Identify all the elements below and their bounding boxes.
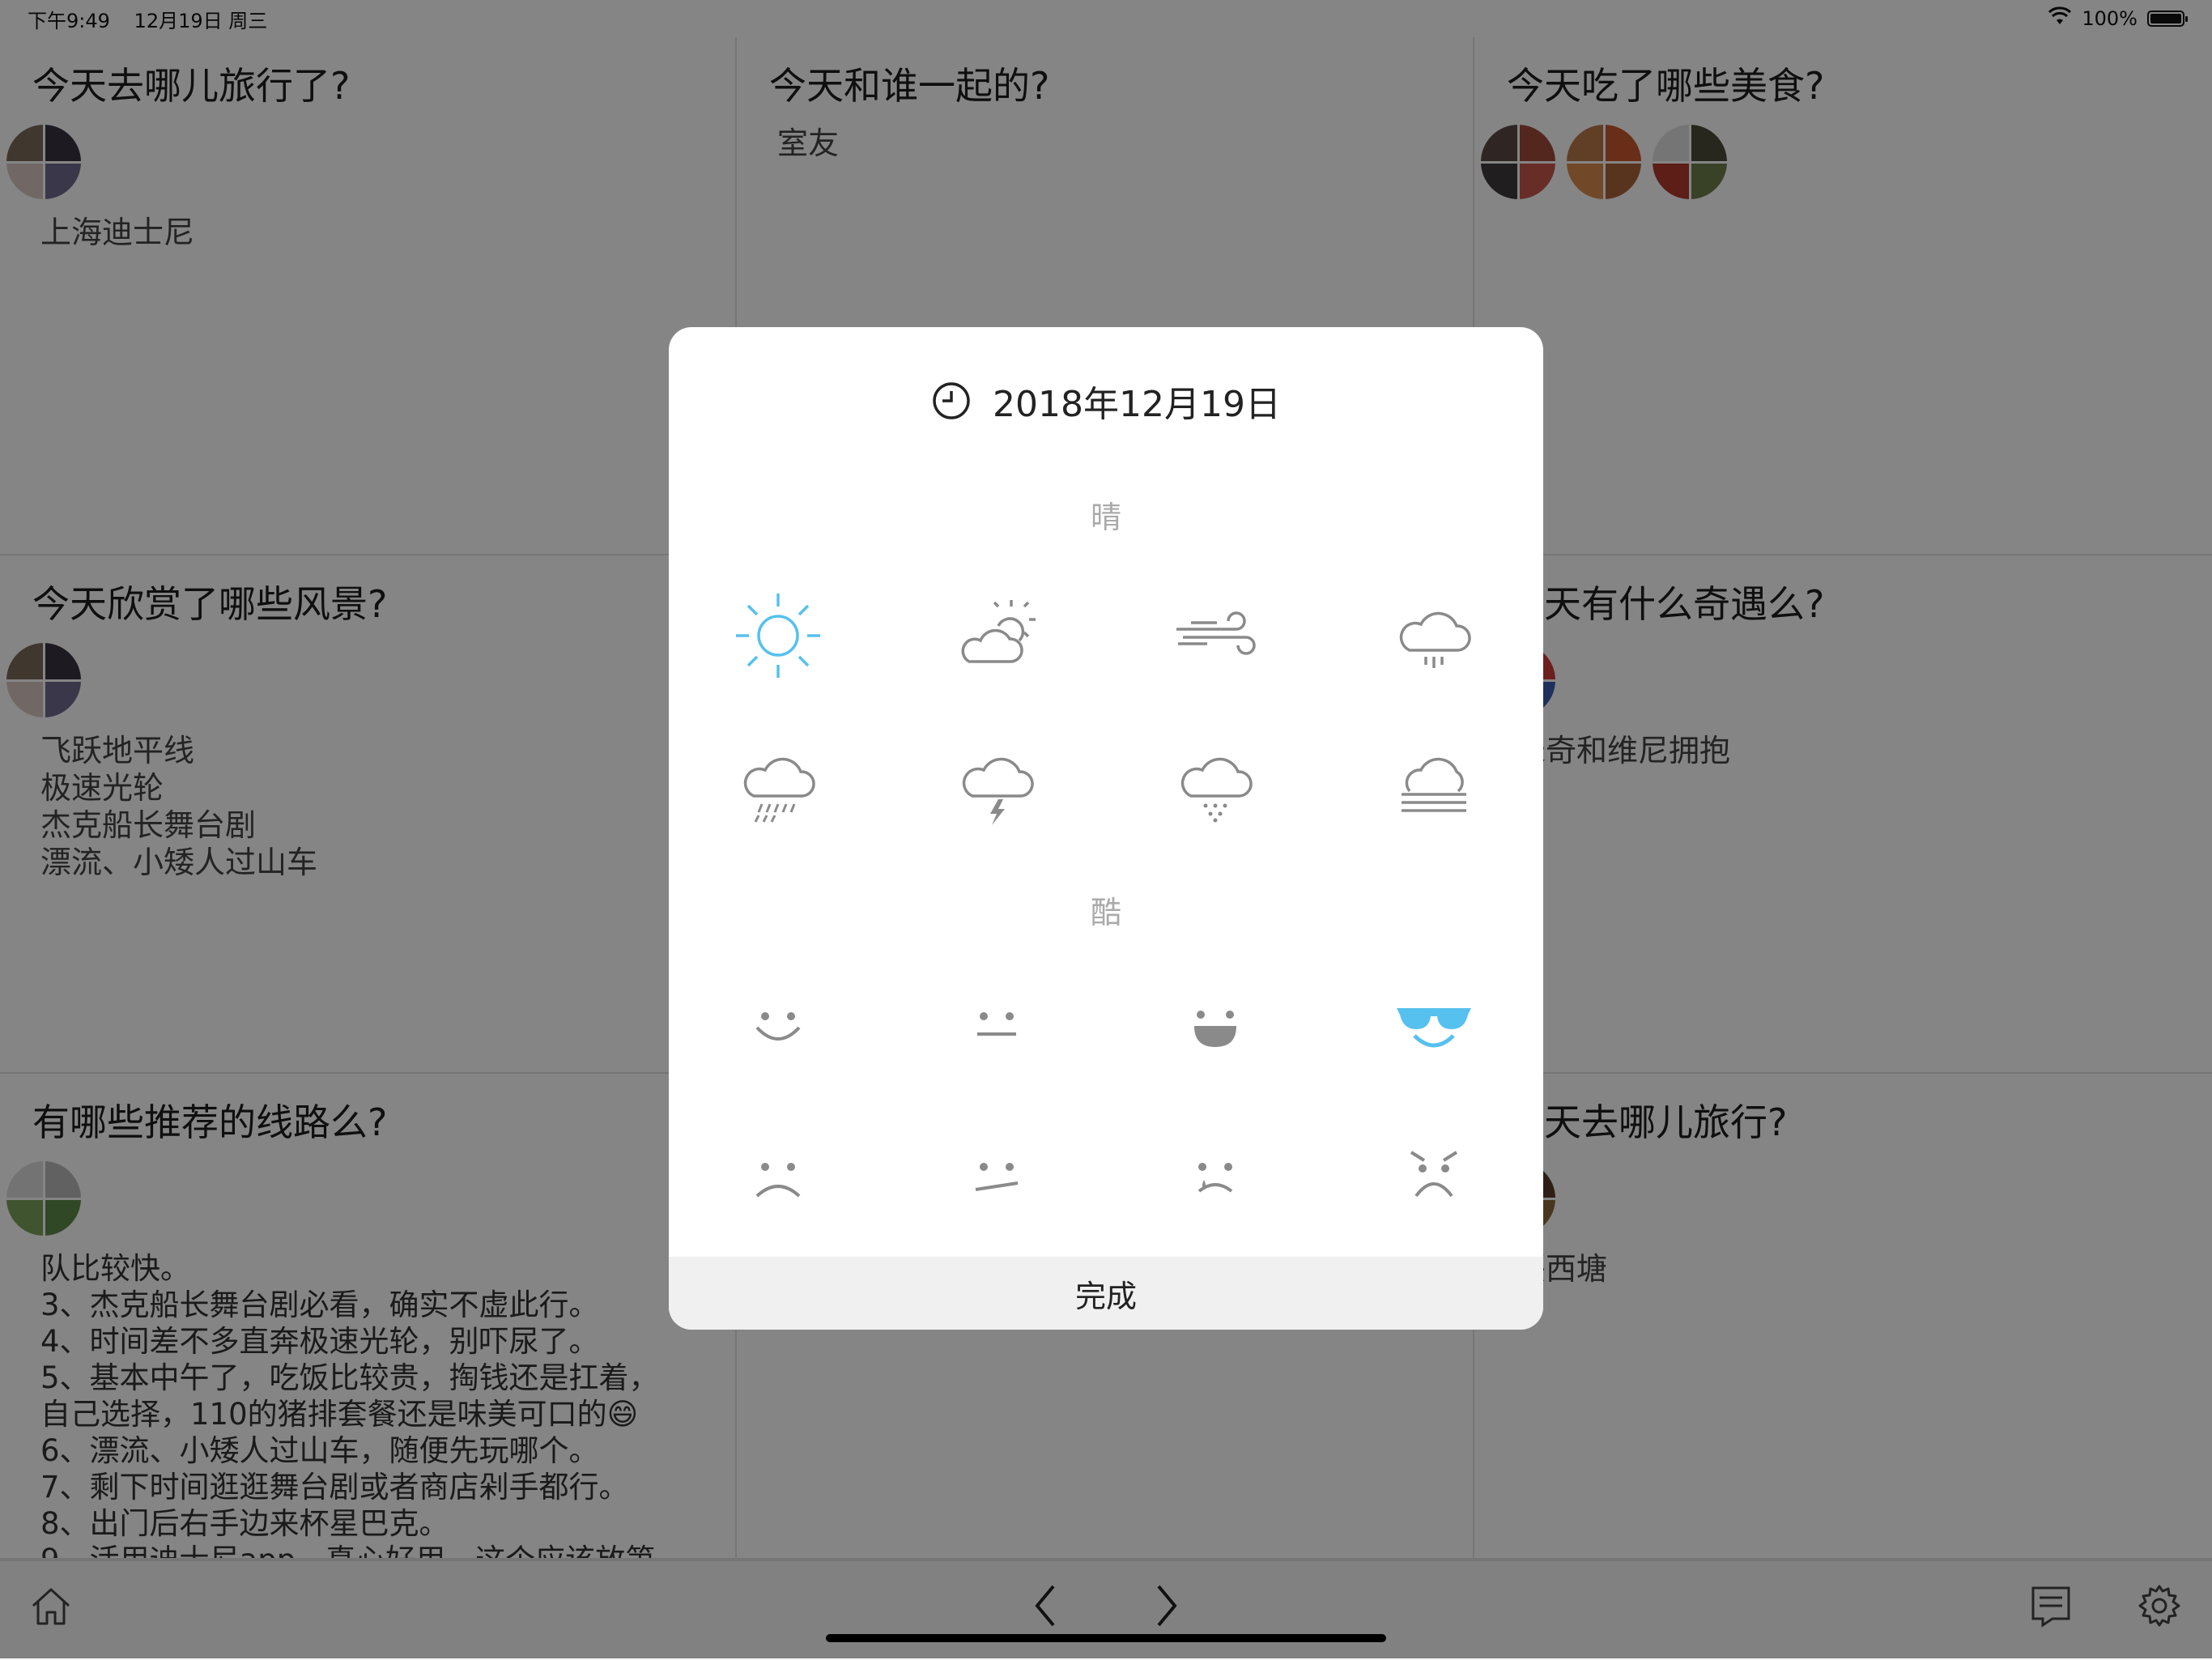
weather-option[interactable]: [1106, 560, 1325, 711]
dialog-date: 2018年12月19日: [993, 384, 1281, 425]
fog-icon: [1402, 757, 1466, 812]
sunny-icon: [736, 594, 820, 678]
weather-option[interactable]: [669, 560, 887, 711]
smile-icon: [755, 1012, 801, 1041]
windy-icon: [1176, 611, 1256, 655]
weather-mood-dialog: 2018年12月19日 晴 酷 完成: [669, 327, 1543, 1330]
weather-label: 晴: [1090, 500, 1121, 535]
weather-option[interactable]: [1325, 711, 1543, 862]
dialog-date-row[interactable]: 2018年12月19日: [669, 372, 1543, 429]
weather-option[interactable]: [669, 711, 887, 862]
mood-option[interactable]: [887, 1101, 1106, 1252]
mood-option[interactable]: [669, 1101, 887, 1252]
partly-cloudy-icon: [961, 600, 1036, 663]
crying-icon: [1197, 1163, 1233, 1193]
mood-icon-grid: [669, 951, 1543, 1252]
light-rain-icon: [1399, 611, 1471, 668]
angry-icon: [1410, 1151, 1458, 1198]
done-button[interactable]: 完成: [669, 1257, 1543, 1330]
mood-option[interactable]: [887, 951, 1106, 1101]
neutral-icon: [977, 1012, 1016, 1036]
mood-option[interactable]: [1325, 951, 1543, 1101]
mood-option[interactable]: [669, 951, 887, 1101]
clock-icon: [933, 382, 970, 419]
cool-sunglasses-icon: [1397, 1008, 1471, 1048]
sad-icon: [755, 1163, 801, 1198]
mood-option[interactable]: [1325, 1101, 1543, 1252]
weather-option[interactable]: [887, 560, 1106, 711]
weather-icon-grid: [669, 560, 1543, 862]
weather-option[interactable]: [1106, 711, 1325, 862]
heavy-rain-icon: [743, 757, 815, 823]
thunderstorm-icon: [962, 757, 1034, 825]
done-label: 完成: [1074, 1278, 1137, 1314]
meh-icon: [975, 1163, 1019, 1191]
mood-option[interactable]: [1106, 951, 1325, 1101]
snow-icon: [1180, 757, 1253, 823]
grin-icon: [1194, 1011, 1236, 1047]
mood-option[interactable]: [1106, 1101, 1325, 1252]
mood-label: 酷: [1090, 895, 1121, 930]
weather-option[interactable]: [1325, 560, 1543, 711]
weather-option[interactable]: [887, 711, 1106, 862]
